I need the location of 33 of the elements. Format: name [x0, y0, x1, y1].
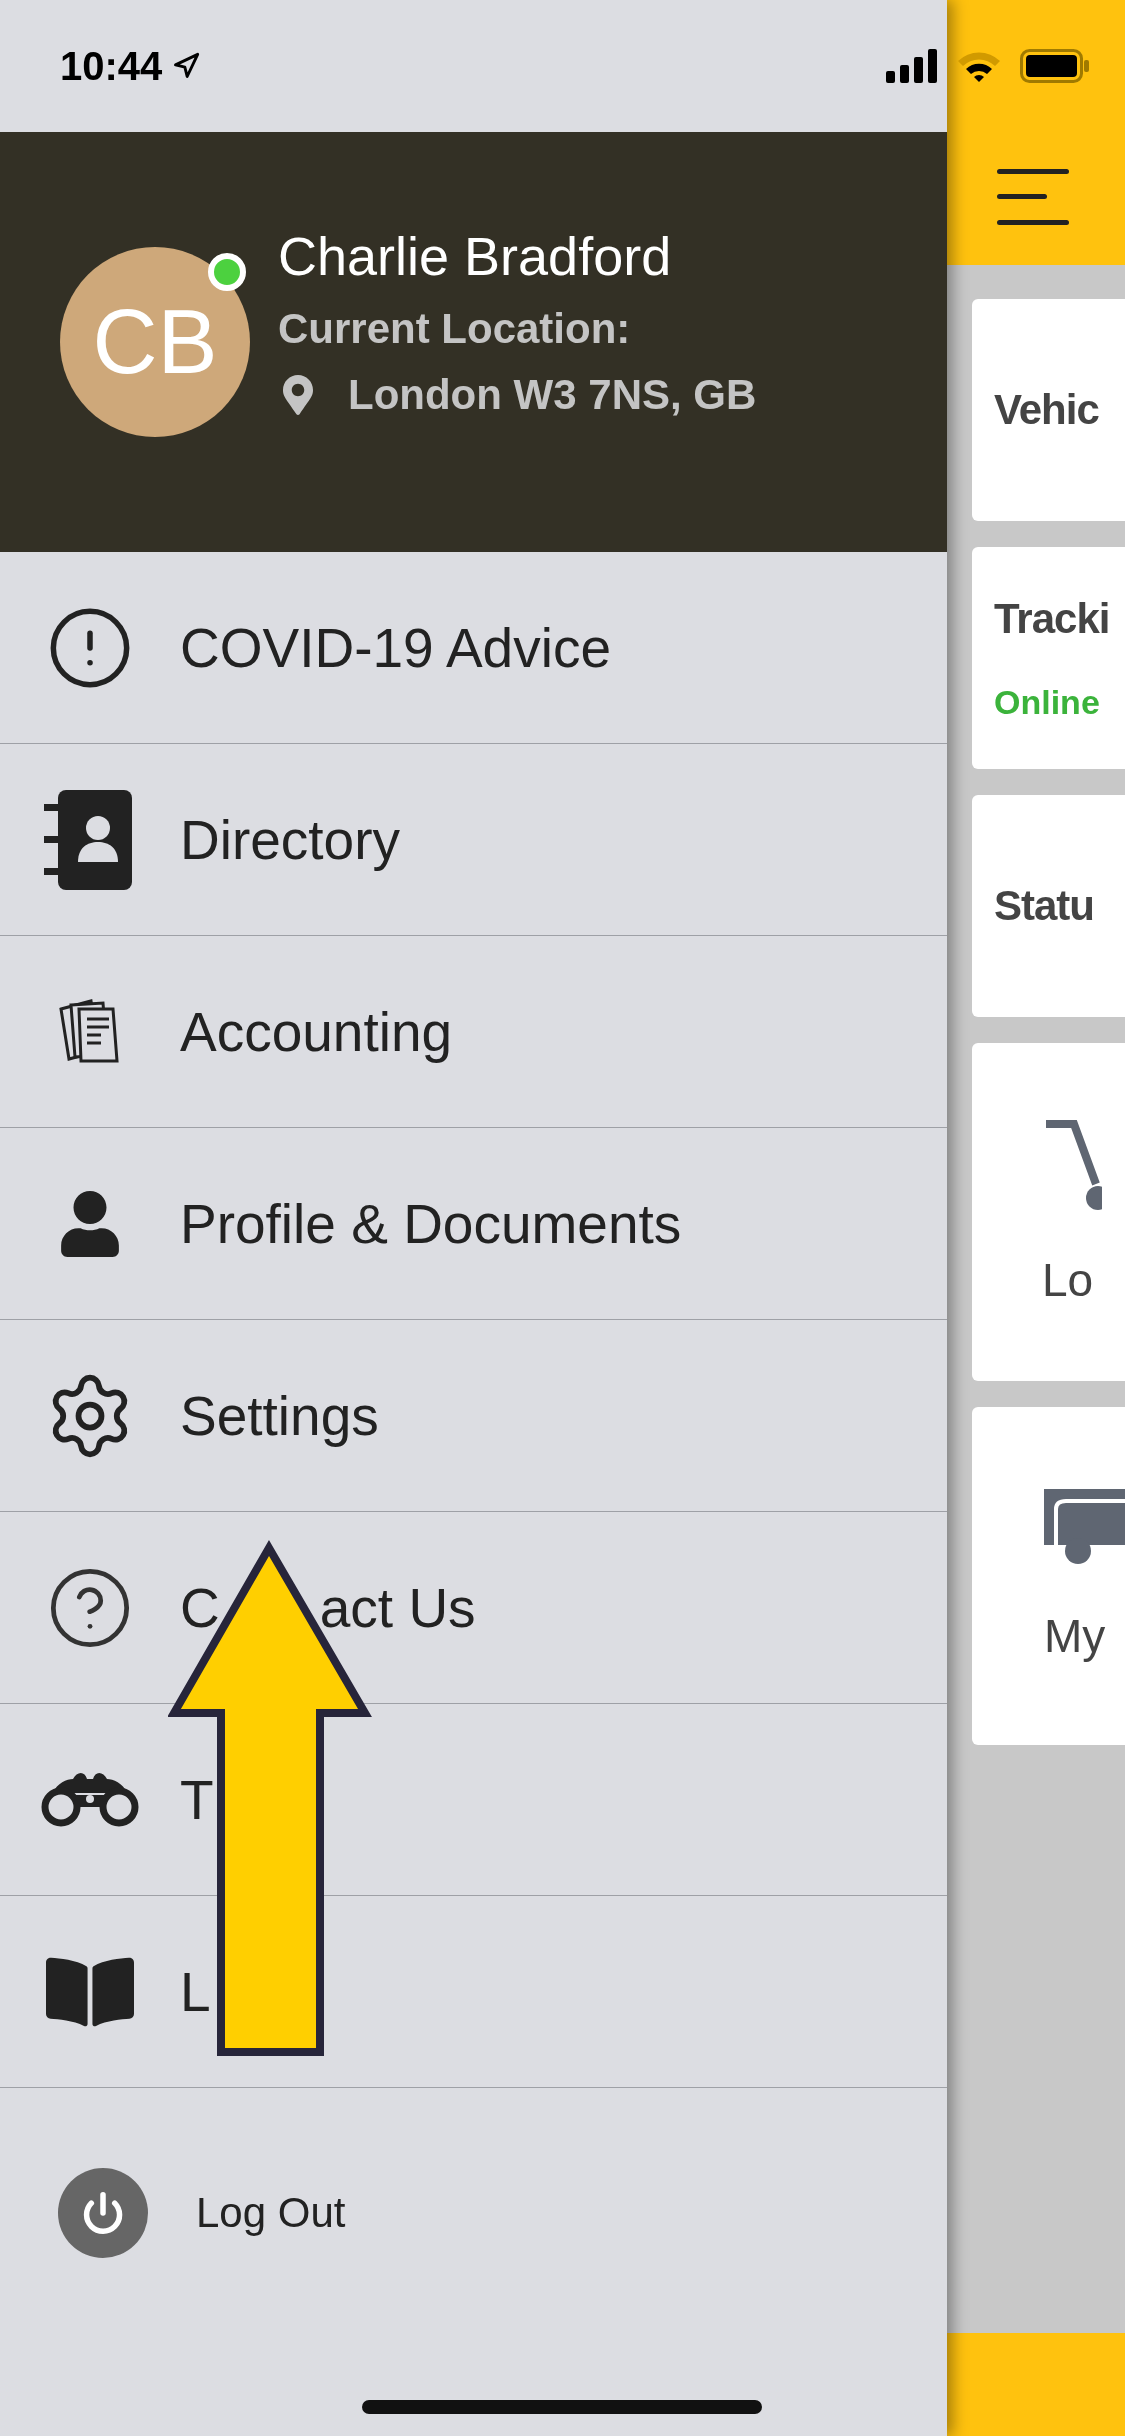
card-title: My	[1044, 1609, 1106, 1663]
status-time: 10:44	[60, 43, 163, 89]
dashboard-card[interactable]: My	[972, 1407, 1125, 1745]
battery-icon	[1020, 49, 1090, 83]
card-title: Vehic	[994, 386, 1100, 434]
menu-icon[interactable]	[997, 169, 1069, 225]
dashboard-card[interactable]: Vehic	[972, 299, 1125, 521]
card-title: Tracki	[994, 594, 1111, 643]
dashboard-card[interactable]: Statu	[972, 795, 1125, 1017]
menu-label: Settings	[180, 1383, 379, 1448]
status-text: Online	[994, 682, 1101, 722]
power-icon	[81, 2191, 125, 2235]
dashboard-card[interactable]: Lo	[972, 1043, 1125, 1381]
avatar: CB	[60, 247, 250, 437]
menu-label: Profile & Documents	[180, 1191, 682, 1256]
location-text: London W3 7NS, GB	[348, 371, 757, 419]
location-label: Current Location:	[278, 305, 632, 353]
user-name: Charlie Bradford	[278, 225, 673, 287]
card-title: Statu	[994, 882, 1095, 930]
menu-label: Accounting	[180, 999, 453, 1064]
dashboard-card[interactable]: Tracki Online	[972, 547, 1125, 769]
menu-label: COVID-19 Advice	[180, 615, 611, 680]
menu-label: C	[180, 1575, 220, 1640]
card-title: Lo	[1042, 1252, 1094, 1307]
location-arrow-icon	[172, 52, 201, 80]
logout-link[interactable]: Log Out	[196, 2189, 346, 2237]
menu-label: L	[180, 1959, 211, 2024]
menu-label: act Us	[319, 1575, 476, 1640]
menu-label: T	[180, 1767, 214, 1832]
wifi-icon	[956, 49, 1002, 83]
binoculars-icon	[39, 1770, 141, 1829]
signal-icon	[886, 49, 938, 83]
menu-label: Directory	[180, 807, 401, 872]
